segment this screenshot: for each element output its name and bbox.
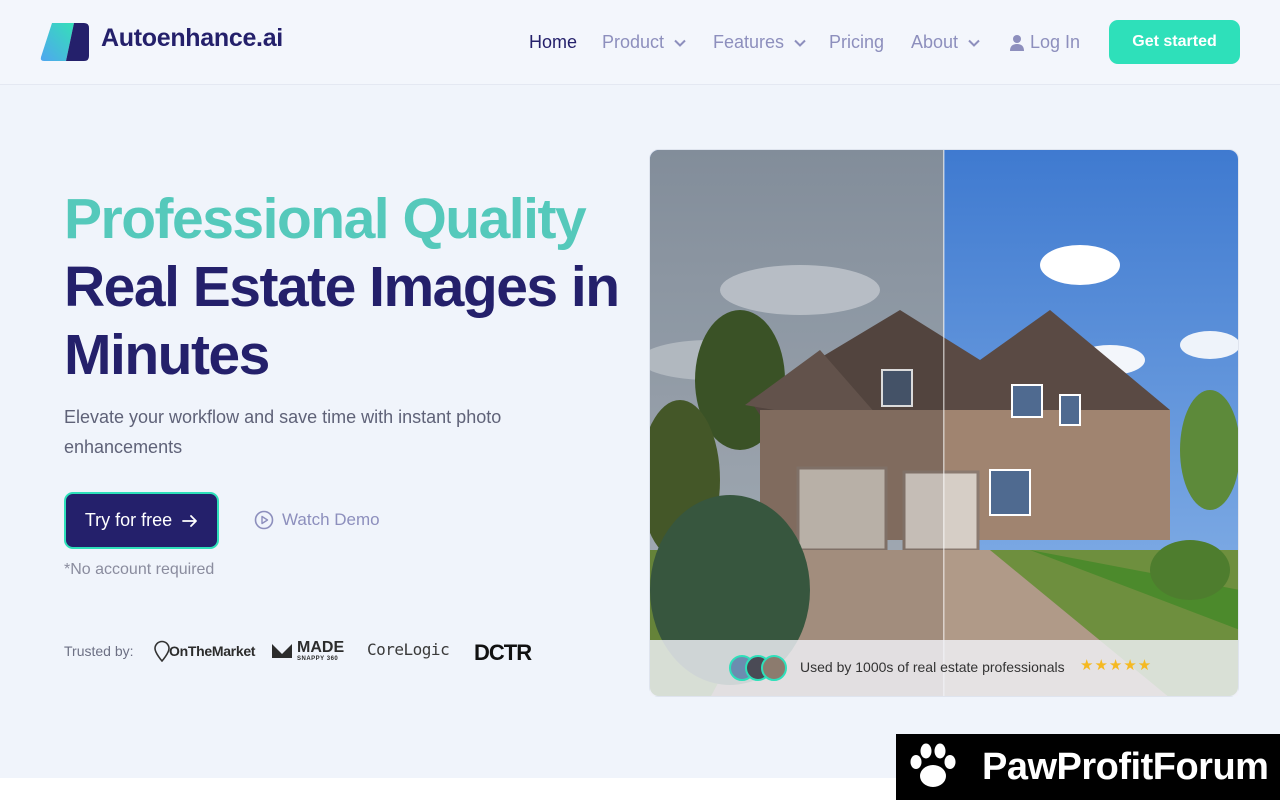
- five-star-rating: ★★★★★: [1080, 657, 1153, 674]
- nav-home-label: Home: [529, 32, 578, 52]
- try-for-free-button[interactable]: Try for free: [64, 492, 219, 549]
- site-header: Autoenhance.ai Home Product Features Pri…: [0, 0, 1280, 85]
- hero-subtitle: Elevate your workflow and save time with…: [64, 407, 502, 457]
- autoenhance-logo-icon[interactable]: [40, 21, 90, 63]
- nav-login[interactable]: Log In: [1010, 32, 1080, 53]
- corelogic-logo: CoreLogic: [367, 640, 450, 659]
- play-circle-icon: [254, 510, 274, 530]
- nav-product-label: Product: [602, 32, 665, 52]
- chevron-down-icon: [794, 39, 806, 47]
- trusted-by-label: Trusted by:: [64, 643, 134, 659]
- watermark-text: PawProfitForum: [982, 746, 1269, 788]
- user-avatars: [729, 655, 787, 681]
- made-mark-icon: [272, 644, 292, 658]
- nav-login-label: Log In: [1030, 32, 1081, 52]
- try-for-free-label: Try for free: [84, 510, 173, 530]
- nav-features[interactable]: Features: [713, 32, 806, 53]
- headline-line-2: Real Estate Images in: [64, 255, 620, 319]
- paw-icon: [910, 743, 956, 787]
- corelogic-text: CoreLogic: [367, 640, 450, 659]
- nav-pricing-label: Pricing: [829, 32, 885, 52]
- dctr-logo: DCTR: [474, 640, 532, 666]
- watch-demo-label: Watch Demo: [282, 510, 380, 529]
- dctr-text: DCTR: [474, 640, 532, 665]
- made-sub-text: SNAPPY 360: [297, 656, 339, 662]
- onthemarket-logo: OnTheMarket: [153, 640, 255, 662]
- social-proof-bar: Used by 1000s of real estate professiona…: [650, 640, 1238, 696]
- headline-line-3: Minutes: [64, 323, 270, 387]
- pawprofitforum-watermark: PawProfitForum: [896, 734, 1280, 800]
- nav-home[interactable]: Home: [529, 32, 577, 53]
- made-text: MADE: [297, 639, 345, 656]
- nav-features-label: Features: [713, 32, 785, 52]
- social-proof-text: Used by 1000s of real estate professiona…: [800, 659, 1065, 675]
- chevron-down-icon: [674, 39, 686, 47]
- no-account-note: *No account required: [64, 561, 215, 578]
- house-photo: [650, 150, 1238, 696]
- made-snappy-logo: MADE SNAPPY 360: [271, 640, 344, 662]
- before-after-image[interactable]: [649, 149, 1239, 697]
- onthemarket-text: OnTheMarket: [169, 643, 256, 659]
- nav-pricing[interactable]: Pricing: [829, 32, 884, 53]
- watch-demo-button[interactable]: Watch Demo: [254, 510, 380, 530]
- nav-about[interactable]: About: [911, 32, 980, 53]
- chevron-down-icon: [968, 39, 980, 47]
- brand-name[interactable]: Autoenhance.ai: [101, 24, 283, 53]
- get-started-button[interactable]: Get started: [1109, 20, 1240, 64]
- headline-line-1: Professional Quality: [64, 187, 587, 251]
- arrow-right-icon: [182, 514, 198, 527]
- nav-product[interactable]: Product: [602, 32, 686, 53]
- nav-about-label: About: [911, 32, 959, 52]
- user-icon: [1010, 34, 1024, 51]
